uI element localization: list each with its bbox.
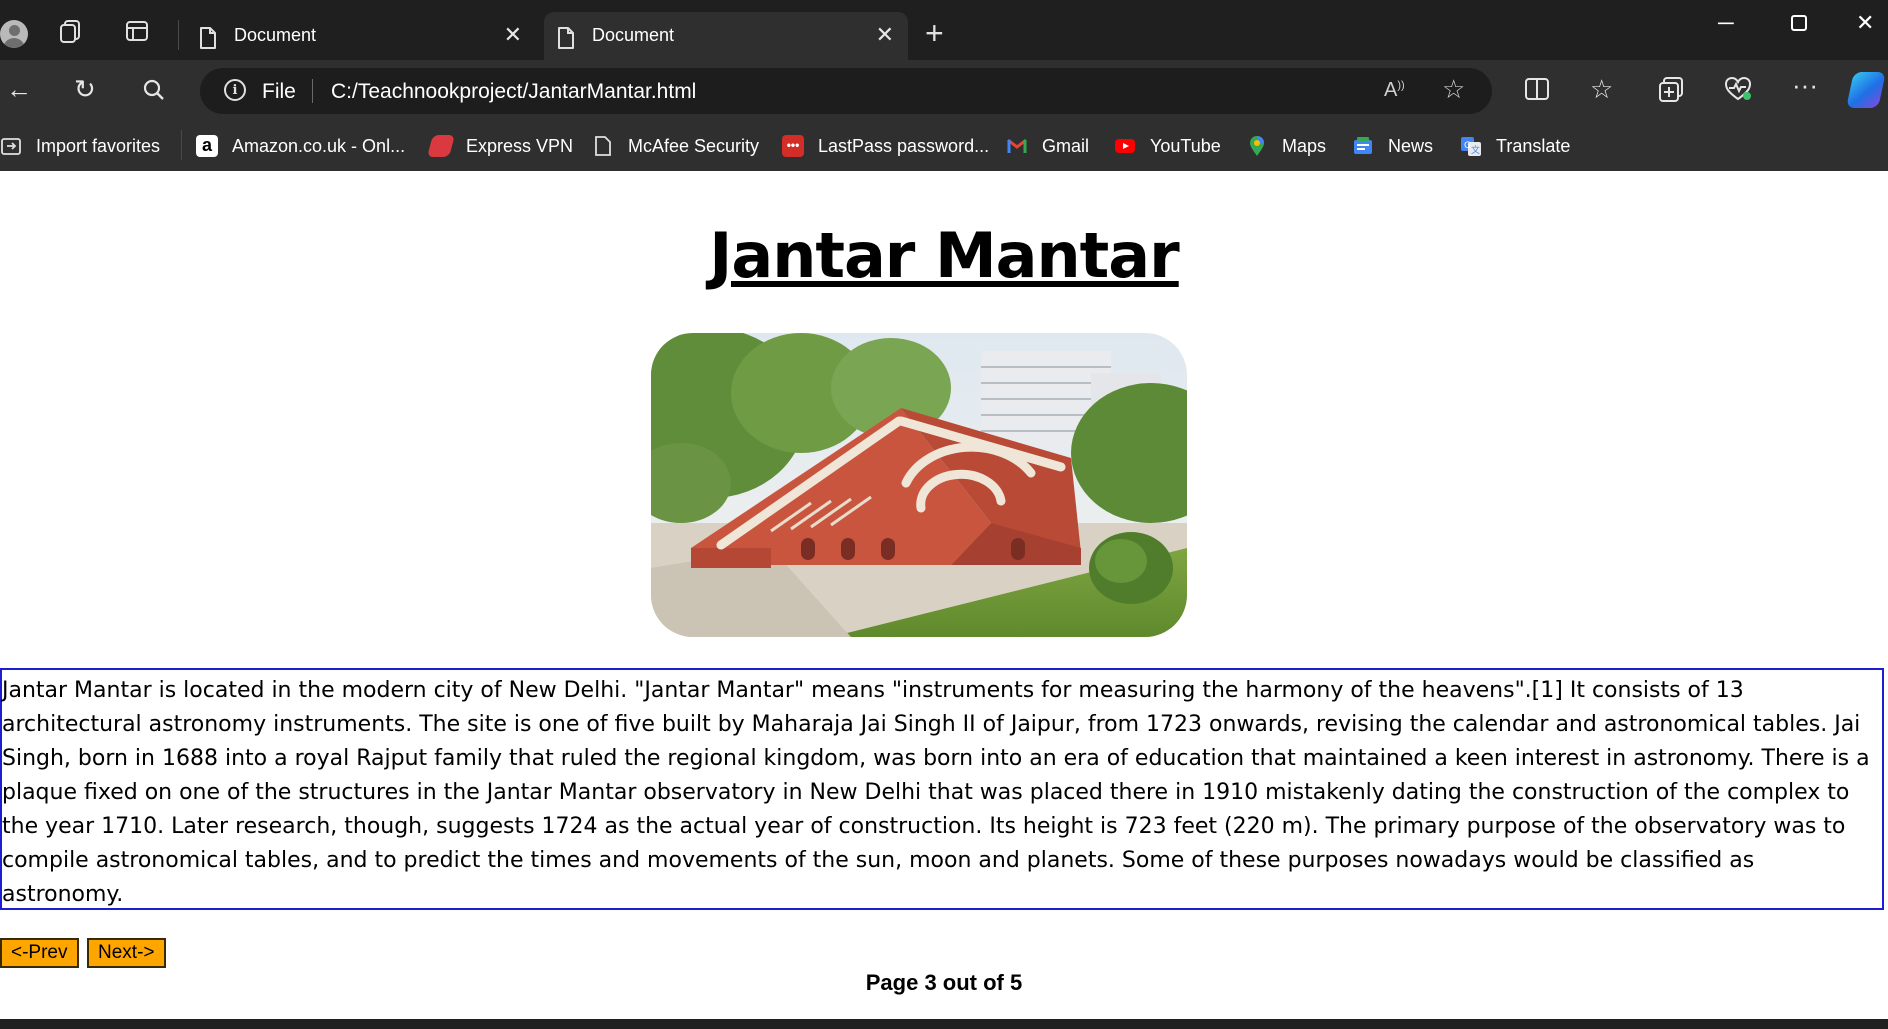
close-tab-icon[interactable]: ✕	[504, 22, 522, 48]
news-icon	[1354, 137, 1372, 154]
tab-document-1[interactable]: Document ✕	[186, 12, 536, 60]
lastpass-icon: •••	[782, 135, 804, 157]
favorites-bar: Import favorites a Amazon.co.uk - Onl...…	[0, 122, 1888, 171]
workspaces-icon[interactable]	[58, 18, 84, 44]
page-indicator: Page 3 out of 5	[865, 970, 1023, 995]
url-text[interactable]: C:/Teachnookproject/JantarMantar.html	[331, 80, 696, 104]
browser-essentials-icon[interactable]	[1724, 76, 1752, 102]
favorite-amazon[interactable]: a Amazon.co.uk - Onl...	[196, 130, 405, 162]
svg-text:G: G	[1464, 141, 1471, 151]
favorite-lastpass[interactable]: ••• LastPass password...	[782, 130, 989, 162]
youtube-icon	[1115, 139, 1135, 153]
tab-strip: Document ✕ Document ✕ + ─ ✕	[0, 0, 1888, 60]
tab-title: Document	[234, 25, 317, 45]
favorite-maps[interactable]: Maps	[1246, 130, 1326, 162]
document-icon	[200, 27, 216, 49]
minimize-icon[interactable]: ─	[1718, 10, 1734, 36]
search-icon[interactable]	[142, 78, 166, 102]
svg-text:文: 文	[1471, 144, 1480, 156]
gmail-icon	[1007, 138, 1027, 153]
page-icon	[595, 136, 611, 156]
jantar-mantar-photo	[651, 333, 1187, 637]
more-options-icon[interactable]: ···	[1792, 70, 1818, 100]
import-icon	[1, 138, 21, 155]
favorite-express-vpn[interactable]: Express VPN	[427, 130, 573, 162]
profile-avatar-icon[interactable]	[0, 20, 28, 48]
close-tab-icon[interactable]: ✕	[876, 22, 894, 48]
description-box: Jantar Mantar is located in the modern c…	[0, 668, 1884, 910]
address-bar[interactable]: i File C:/Teachnookproject/JantarMantar.…	[200, 68, 1492, 114]
favorite-news[interactable]: News	[1352, 130, 1433, 162]
favorite-gmail[interactable]: Gmail	[1006, 130, 1089, 162]
maps-icon	[1250, 136, 1264, 156]
favorite-star-icon[interactable]: ☆	[1442, 74, 1465, 105]
tab-document-2-active[interactable]: Document ✕	[544, 12, 908, 60]
site-info-icon[interactable]: i	[224, 79, 246, 101]
new-tab-plus-icon[interactable]: +	[925, 17, 944, 49]
expressvpn-icon	[427, 135, 455, 157]
description-text: Jantar Mantar is located in the modern c…	[2, 678, 1870, 907]
back-arrow-icon[interactable]: ←	[6, 74, 32, 104]
translate-icon: G文	[1461, 137, 1481, 156]
refresh-icon[interactable]: ↻	[74, 74, 96, 104]
favorite-youtube[interactable]: YouTube	[1114, 130, 1221, 162]
favorite-mcafee[interactable]: McAfee Security	[592, 130, 759, 162]
read-aloud-icon[interactable]: A))	[1384, 79, 1405, 102]
close-window-icon[interactable]: ✕	[1856, 10, 1874, 36]
favorites-icon[interactable]: ☆	[1590, 74, 1613, 104]
collections-icon[interactable]	[1658, 76, 1686, 104]
split-screen-icon[interactable]	[1524, 76, 1550, 102]
page-content: Jantar Mantar Jantar Mantar is located i…	[0, 171, 1888, 1019]
tab-actions-icon[interactable]	[124, 18, 150, 44]
scheme-label: File	[262, 80, 296, 103]
document-icon	[558, 27, 574, 49]
os-taskbar	[0, 1019, 1888, 1029]
navigation-bar: ← ↻ i File C:/Teachnookproject/JantarMan…	[0, 60, 1888, 122]
page-title: Jantar Mantar	[709, 219, 1179, 292]
prev-button[interactable]: <-Prev	[0, 938, 79, 968]
tab-title: Document	[592, 25, 675, 45]
favorite-translate[interactable]: G文 Translate	[1460, 130, 1570, 162]
next-button[interactable]: Next->	[87, 938, 166, 968]
maximize-icon[interactable]	[1790, 12, 1808, 38]
favorite-import-favorites[interactable]: Import favorites	[0, 130, 160, 162]
amazon-icon: a	[196, 135, 218, 157]
